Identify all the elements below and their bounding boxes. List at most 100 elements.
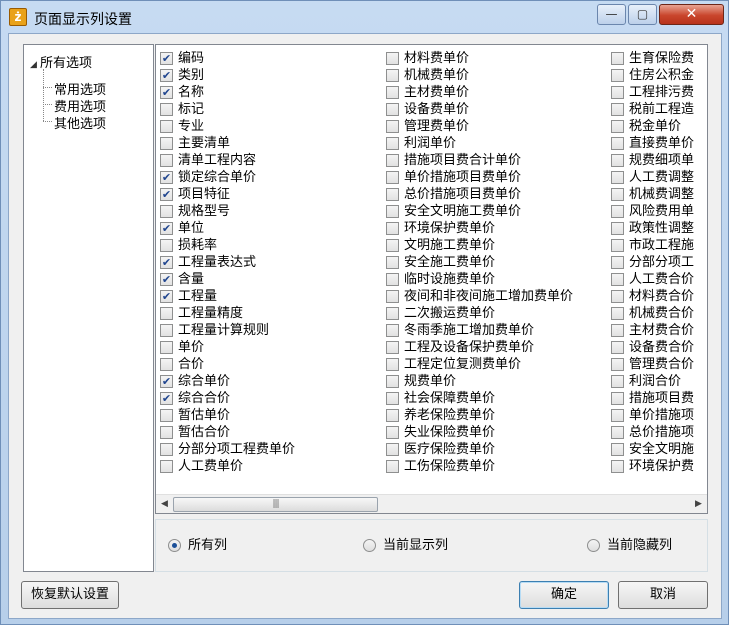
checkbox-unchecked[interactable] [611,103,624,116]
checkbox-unchecked[interactable] [386,205,399,218]
checklist-item[interactable]: 损耗率 [157,237,295,254]
checklist-item[interactable]: ✔ 编码 [157,50,295,67]
checkbox-unchecked[interactable] [160,239,173,252]
checklist-item[interactable]: 分部分项工程费单价 [157,441,295,458]
checklist-item[interactable]: 工程量精度 [157,305,295,322]
checklist-item[interactable]: 清单工程内容 [157,152,295,169]
checklist-item[interactable]: ✔ 项目特征 [157,186,295,203]
checklist-item[interactable]: 人工费单价 [157,458,295,475]
checkbox-checked[interactable]: ✔ [160,86,173,99]
checklist-item[interactable]: 利润单价 [383,135,573,152]
checkbox-unchecked[interactable] [386,392,399,405]
checkbox-unchecked[interactable] [386,307,399,320]
checklist-item[interactable]: 医疗保险费单价 [383,441,573,458]
checklist-item[interactable]: ✔ 工程量表达式 [157,254,295,271]
checkbox-unchecked[interactable] [160,341,173,354]
checklist-item[interactable]: 临时设施费单价 [383,271,573,288]
cancel-button[interactable]: 取消 [618,581,708,609]
checklist-item[interactable]: 单价措施项 [608,407,694,424]
checklist-item[interactable]: 工程量计算规则 [157,322,295,339]
checkbox-unchecked[interactable] [160,154,173,167]
radio-shown-columns[interactable]: 当前显示列 [363,538,448,554]
checklist-item[interactable]: 政策性调整 [608,220,694,237]
maximize-button[interactable]: ▢ [628,4,657,25]
checklist-item[interactable]: 材料费单价 [383,50,573,67]
checklist-item[interactable]: 标记 [157,101,295,118]
restore-defaults-button[interactable]: 恢复默认设置 [21,581,119,609]
checkbox-unchecked[interactable] [386,69,399,82]
checkbox-unchecked[interactable] [611,460,624,473]
checklist-item[interactable]: ✔ 综合单价 [157,373,295,390]
checkbox-unchecked[interactable] [160,205,173,218]
checkbox-unchecked[interactable] [160,443,173,456]
checklist-item[interactable]: 规费单价 [383,373,573,390]
checkbox-unchecked[interactable] [611,205,624,218]
checklist-item[interactable]: 工程排污费 [608,84,694,101]
checklist-item[interactable]: 专业 [157,118,295,135]
checklist-item[interactable]: 住房公积金 [608,67,694,84]
checklist-item[interactable]: 养老保险费单价 [383,407,573,424]
checklist-item[interactable]: 规费细项单 [608,152,694,169]
checkbox-unchecked[interactable] [160,358,173,371]
checkbox-unchecked[interactable] [386,137,399,150]
checklist-item[interactable]: 税金单价 [608,118,694,135]
checkbox-unchecked[interactable] [611,341,624,354]
radio-dot[interactable] [168,539,181,552]
minimize-button[interactable]: — [597,4,626,25]
checkbox-unchecked[interactable] [386,120,399,133]
checklist-item[interactable]: ✔ 含量 [157,271,295,288]
title-bar[interactable]: ż 页面显示列设置 — ▢ ✕ [1,1,728,33]
checklist-item[interactable]: 管理费单价 [383,118,573,135]
checkbox-unchecked[interactable] [386,222,399,235]
checklist-item[interactable]: 主材费单价 [383,84,573,101]
checklist-item[interactable]: 生育保险费 [608,50,694,67]
scroll-left-arrow-icon[interactable]: ◀ [156,495,173,513]
close-button[interactable]: ✕ [659,4,724,25]
checkbox-checked[interactable]: ✔ [160,69,173,82]
checklist-item[interactable]: 工伤保险费单价 [383,458,573,475]
scroll-right-arrow-icon[interactable]: ▶ [690,495,707,513]
checkbox-unchecked[interactable] [386,154,399,167]
checklist-item[interactable]: 主要清单 [157,135,295,152]
checkbox-unchecked[interactable] [611,358,624,371]
checkbox-unchecked[interactable] [386,341,399,354]
checklist-item[interactable]: 市政工程施 [608,237,694,254]
checkbox-unchecked[interactable] [611,154,624,167]
checklist-item[interactable]: 环境保护费单价 [383,220,573,237]
checklist-item[interactable]: 冬雨季施工增加费单价 [383,322,573,339]
checkbox-unchecked[interactable] [160,137,173,150]
checklist-item[interactable]: ✔ 工程量 [157,288,295,305]
checklist-item[interactable]: 暂估合价 [157,424,295,441]
checkbox-unchecked[interactable] [611,222,624,235]
checkbox-unchecked[interactable] [386,256,399,269]
checkbox-unchecked[interactable] [611,443,624,456]
checkbox-unchecked[interactable] [611,69,624,82]
checkbox-unchecked[interactable] [160,103,173,116]
scroll-thumb[interactable]: ||| [173,497,378,512]
checkbox-unchecked[interactable] [611,120,624,133]
checkbox-unchecked[interactable] [611,52,624,65]
checkbox-unchecked[interactable] [386,426,399,439]
checkbox-unchecked[interactable] [386,358,399,371]
checklist-item[interactable]: 机械费调整 [608,186,694,203]
collapse-triangle-icon[interactable]: ◢ [30,60,40,70]
checklist-item[interactable]: 安全施工费单价 [383,254,573,271]
checklist-item[interactable]: 失业保险费单价 [383,424,573,441]
checkbox-unchecked[interactable] [160,120,173,133]
checkbox-unchecked[interactable] [611,188,624,201]
checkbox-unchecked[interactable] [386,460,399,473]
checklist-item[interactable]: 规格型号 [157,203,295,220]
checklist-item[interactable]: 设备费合价 [608,339,694,356]
checkbox-unchecked[interactable] [611,409,624,422]
checkbox-unchecked[interactable] [160,460,173,473]
checklist-item[interactable]: 夜间和非夜间施工增加费单价 [383,288,573,305]
checklist-item[interactable]: 人工费调整 [608,169,694,186]
radio-dot[interactable] [363,539,376,552]
checklist-item[interactable]: 材料费合价 [608,288,694,305]
checklist-item[interactable]: ✔ 综合合价 [157,390,295,407]
checklist-item[interactable]: 管理费合价 [608,356,694,373]
checklist-item[interactable]: ✔ 名称 [157,84,295,101]
checkbox-unchecked[interactable] [386,171,399,184]
checklist-item[interactable]: 机械费单价 [383,67,573,84]
checkbox-unchecked[interactable] [160,426,173,439]
